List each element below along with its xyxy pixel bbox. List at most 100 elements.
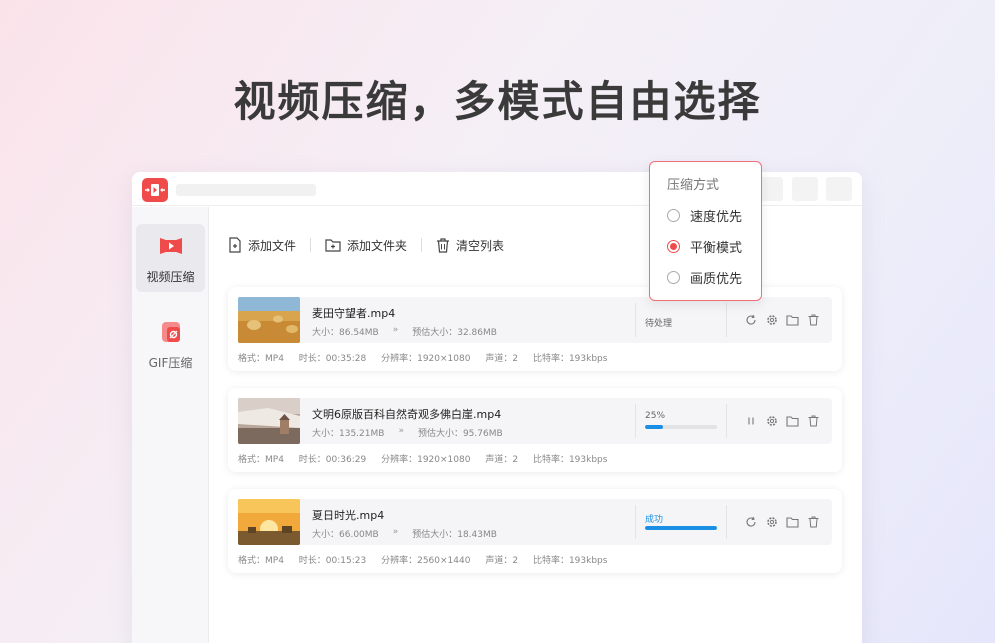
meta-resolution: 分辨率：1920×1080 [381, 455, 470, 465]
file-card-main: 麦田守望者.mp4 大小：86.54MB » 预估大小：32.86MB 待处理 [238, 297, 832, 343]
status-text: 待处理 [645, 316, 672, 329]
meta-format: 格式：MP4 [238, 556, 284, 566]
progress-fill [645, 526, 717, 530]
trash-icon[interactable] [803, 312, 824, 328]
gear-icon[interactable] [761, 413, 782, 429]
sidebar-item-label: GIF压缩 [136, 354, 205, 371]
clear-list-label: 清空列表 [456, 237, 504, 254]
file-sizes: 大小：86.54MB » 预估大小：32.86MB [312, 325, 497, 338]
status-text: 成功 [645, 512, 663, 525]
add-folder-button[interactable]: 添加文件夹 [325, 237, 407, 254]
meta-format: 格式：MP4 [238, 354, 284, 364]
option-quality-priority[interactable]: 画质优先 [667, 268, 742, 287]
progress-bar [645, 425, 717, 429]
file-name: 文明6原版百科自然奇观多佛白崖.mp4 [312, 406, 501, 422]
file-name: 麦田守望者.mp4 [312, 305, 395, 321]
progress-percent: 25% [645, 411, 665, 421]
radio-button[interactable] [667, 271, 680, 284]
file-sizes: 大小：135.21MB » 预估大小：95.76MB [312, 426, 503, 439]
app-logo-icon [142, 178, 168, 202]
video-thumbnail [238, 297, 300, 343]
divider [726, 505, 727, 539]
option-label: 画质优先 [690, 268, 742, 287]
file-name: 夏日时光.mp4 [312, 507, 384, 523]
arrow-icon: » [398, 426, 404, 439]
meta-resolution: 分辨率：1920×1080 [381, 354, 470, 364]
progress-fill [645, 425, 663, 429]
divider [635, 303, 636, 337]
arrow-icon: » [393, 325, 399, 338]
radio-button[interactable] [667, 209, 680, 222]
toolbar-divider [310, 238, 311, 252]
add-folder-label: 添加文件夹 [347, 237, 407, 254]
meta-channels: 声道：2 [485, 455, 518, 465]
sidebar-item-video-compress[interactable]: 视频压缩 [136, 224, 205, 292]
retry-icon[interactable] [740, 312, 761, 328]
hero-title: 视频压缩，多模式自由选择 [0, 68, 995, 129]
divider [726, 303, 727, 337]
radio-button[interactable] [667, 240, 680, 253]
divider [635, 404, 636, 438]
video-compress-icon [158, 234, 184, 258]
close-button[interactable] [826, 177, 852, 201]
meta-bitrate: 比特率：193kbps [533, 354, 608, 364]
file-size: 大小：135.21MB [312, 426, 384, 439]
retry-icon[interactable] [740, 514, 761, 530]
meta-duration: 时长：00:15:23 [299, 556, 366, 566]
option-label: 平衡模式 [690, 237, 742, 256]
toolbar: 添加文件 添加文件夹 清空列表 [228, 234, 504, 256]
gear-icon[interactable] [761, 312, 782, 328]
file-card[interactable]: 文明6原版百科自然奇观多佛白崖.mp4 大小：135.21MB » 预估大小：9… [228, 388, 842, 472]
meta-channels: 声道：2 [485, 556, 518, 566]
option-balanced-mode[interactable]: 平衡模式 [667, 237, 742, 256]
popup-title: 压缩方式 [667, 174, 719, 193]
estimated-size: 预估大小：95.76MB [418, 426, 503, 439]
sidebar-item-gif-compress[interactable]: GIF压缩 [136, 310, 205, 378]
file-size: 大小：86.54MB [312, 325, 379, 338]
divider [726, 404, 727, 438]
trash-icon[interactable] [803, 514, 824, 530]
file-actions [740, 312, 824, 328]
sidebar: 视频压缩 GIF压缩 [132, 207, 209, 643]
add-file-icon [228, 237, 242, 253]
folder-icon[interactable] [782, 413, 803, 429]
file-card-main: 夏日时光.mp4 大小：66.00MB » 预估大小：18.43MB 成功 [238, 499, 832, 545]
meta-format: 格式：MP4 [238, 455, 284, 465]
folder-icon[interactable] [782, 312, 803, 328]
file-meta: 格式：MP4 时长：00:36:29 分辨率：1920×1080 声道：2 比特… [238, 452, 619, 465]
file-actions [740, 413, 824, 429]
video-thumbnail [238, 398, 300, 444]
pause-icon[interactable] [740, 413, 761, 429]
file-card-main: 文明6原版百科自然奇观多佛白崖.mp4 大小：135.21MB » 预估大小：9… [238, 398, 832, 444]
trash-icon [436, 238, 450, 253]
meta-resolution: 分辨率：2560×1440 [381, 556, 470, 566]
folder-icon[interactable] [782, 514, 803, 530]
file-actions [740, 514, 824, 530]
estimated-size: 预估大小：18.43MB [412, 527, 497, 540]
clear-list-button[interactable]: 清空列表 [436, 237, 504, 254]
add-file-button[interactable]: 添加文件 [228, 237, 296, 254]
arrow-icon: » [393, 527, 399, 540]
minimize-button[interactable] [792, 177, 818, 201]
add-file-label: 添加文件 [248, 237, 296, 254]
file-meta: 格式：MP4 时长：00:35:28 分辨率：1920×1080 声道：2 比特… [238, 351, 619, 364]
option-label: 速度优先 [690, 206, 742, 225]
compression-mode-popup: 压缩方式 速度优先 平衡模式 画质优先 [649, 161, 762, 301]
meta-bitrate: 比特率：193kbps [533, 556, 608, 566]
meta-duration: 时长：00:36:29 [299, 455, 366, 465]
trash-icon[interactable] [803, 413, 824, 429]
meta-duration: 时长：00:35:28 [299, 354, 366, 364]
meta-channels: 声道：2 [485, 354, 518, 364]
sidebar-item-label: 视频压缩 [136, 268, 205, 285]
file-sizes: 大小：66.00MB » 预估大小：18.43MB [312, 527, 497, 540]
divider [635, 505, 636, 539]
meta-bitrate: 比特率：193kbps [533, 455, 608, 465]
toolbar-divider [421, 238, 422, 252]
option-speed-priority[interactable]: 速度优先 [667, 206, 742, 225]
file-meta: 格式：MP4 时长：00:15:23 分辨率：2560×1440 声道：2 比特… [238, 553, 619, 566]
video-thumbnail [238, 499, 300, 545]
gear-icon[interactable] [761, 514, 782, 530]
file-size: 大小：66.00MB [312, 527, 379, 540]
file-card[interactable]: 夏日时光.mp4 大小：66.00MB » 预估大小：18.43MB 成功 格式… [228, 489, 842, 573]
estimated-size: 预估大小：32.86MB [412, 325, 497, 338]
